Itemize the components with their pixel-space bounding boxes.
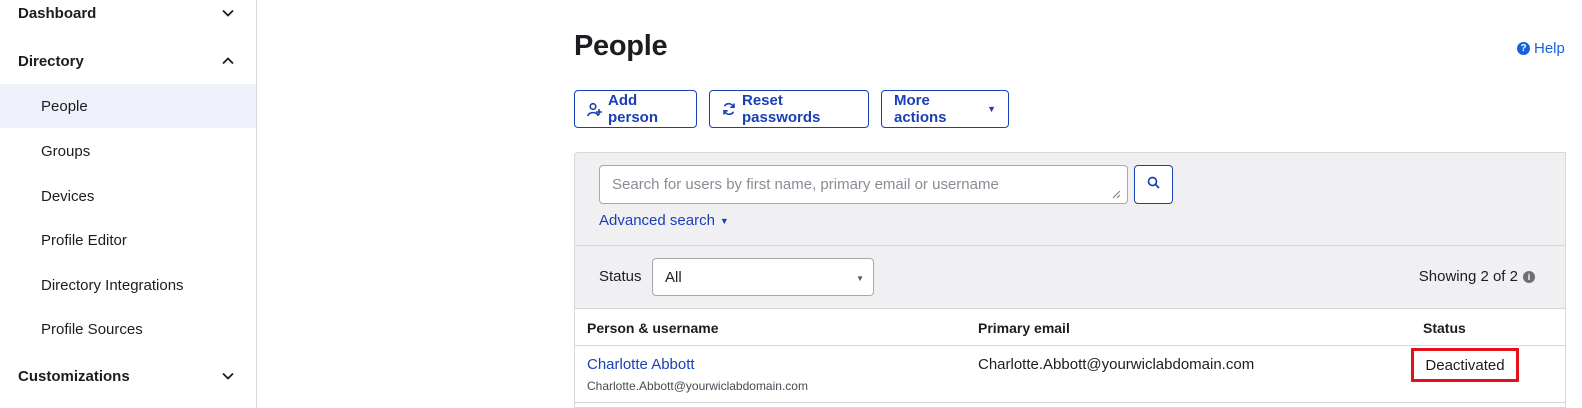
sidebar-item-groups[interactable]: Groups	[0, 129, 256, 173]
divider	[575, 245, 1565, 246]
divider	[575, 402, 1565, 403]
caret-down-icon: ▼	[719, 215, 729, 226]
sidebar-item-profile-editor[interactable]: Profile Editor	[0, 218, 256, 262]
people-panel: Advanced search ▼ Status All ▼ Showing 2…	[574, 152, 1566, 408]
more-actions-label: More actions	[894, 92, 947, 126]
sidebar-item-devices[interactable]: Devices	[0, 174, 256, 218]
sidebar-item-label: Profile Editor	[41, 231, 127, 249]
question-circle-icon: ?	[1517, 42, 1530, 55]
sidebar-item-profile-sources[interactable]: Profile Sources	[0, 307, 256, 351]
chevron-down-icon	[222, 7, 234, 19]
caret-down-icon: ▼	[987, 104, 996, 114]
page-title: People	[574, 30, 668, 62]
status-filter-value: All	[665, 268, 682, 286]
status-text: Deactivated	[1425, 356, 1505, 374]
column-header-email[interactable]: Primary email	[978, 320, 1070, 336]
person-name-link[interactable]: Charlotte Abbott	[587, 356, 695, 373]
sidebar-section-directory[interactable]: Directory	[0, 43, 256, 79]
column-header-status[interactable]: Status	[1423, 320, 1466, 336]
person-email: Charlotte.Abbott@yourwiclabdomain.com	[978, 356, 1255, 373]
sidebar-section-label: Customizations	[18, 367, 130, 385]
sidebar-item-label: People	[41, 97, 88, 115]
person-username: Charlotte.Abbott@yourwiclabdomain.com	[587, 379, 808, 393]
status-filter-label: Status	[599, 268, 642, 285]
sidebar-item-directory-integrations[interactable]: Directory Integrations	[0, 263, 256, 307]
sidebar-section-dashboard[interactable]: Dashboard	[0, 0, 256, 31]
sidebar: Dashboard Directory People Groups Device…	[0, 0, 257, 408]
help-label: Help	[1534, 40, 1565, 57]
reset-passwords-button[interactable]: Reset passwords	[709, 90, 869, 128]
reset-passwords-label: Reset passwords	[742, 92, 821, 126]
help-link[interactable]: ? Help	[1517, 40, 1565, 57]
status-filter-select[interactable]: All ▼	[652, 258, 874, 296]
chevron-up-icon	[222, 55, 234, 67]
sidebar-item-label: Devices	[41, 187, 95, 205]
sidebar-item-label: Groups	[41, 142, 91, 160]
sidebar-item-people[interactable]: People	[0, 84, 256, 128]
people-table: Person & username Primary email Status C…	[575, 308, 1565, 407]
add-person-button[interactable]: Add person	[574, 90, 697, 128]
sidebar-item-label: Profile Sources	[41, 320, 143, 338]
info-icon[interactable]: i	[1523, 270, 1535, 283]
advanced-search-label: Advanced search	[599, 212, 715, 229]
sidebar-section-label: Directory	[18, 52, 84, 70]
results-count: Showing 2 of 2 i	[1419, 268, 1535, 285]
search-input[interactable]	[599, 165, 1128, 204]
sidebar-section-customizations[interactable]: Customizations	[0, 358, 256, 394]
caret-down-icon: ▼	[856, 274, 864, 283]
sidebar-section-label: Dashboard	[18, 4, 97, 22]
search-icon	[1147, 176, 1160, 194]
sidebar-item-label: Directory Integrations	[41, 276, 184, 294]
add-person-label: Add person	[608, 92, 659, 126]
more-actions-button[interactable]: More actions ▼	[881, 90, 1009, 128]
results-count-text: Showing 2 of 2	[1418, 268, 1518, 285]
column-header-person[interactable]: Person & username	[587, 320, 719, 336]
search-button[interactable]	[1134, 165, 1173, 204]
add-user-icon	[587, 102, 602, 117]
status-badge: Deactivated	[1411, 348, 1519, 382]
divider	[575, 345, 1565, 346]
refresh-icon	[722, 102, 736, 116]
advanced-search-link[interactable]: Advanced search ▼	[599, 212, 729, 229]
chevron-down-icon	[222, 370, 234, 382]
